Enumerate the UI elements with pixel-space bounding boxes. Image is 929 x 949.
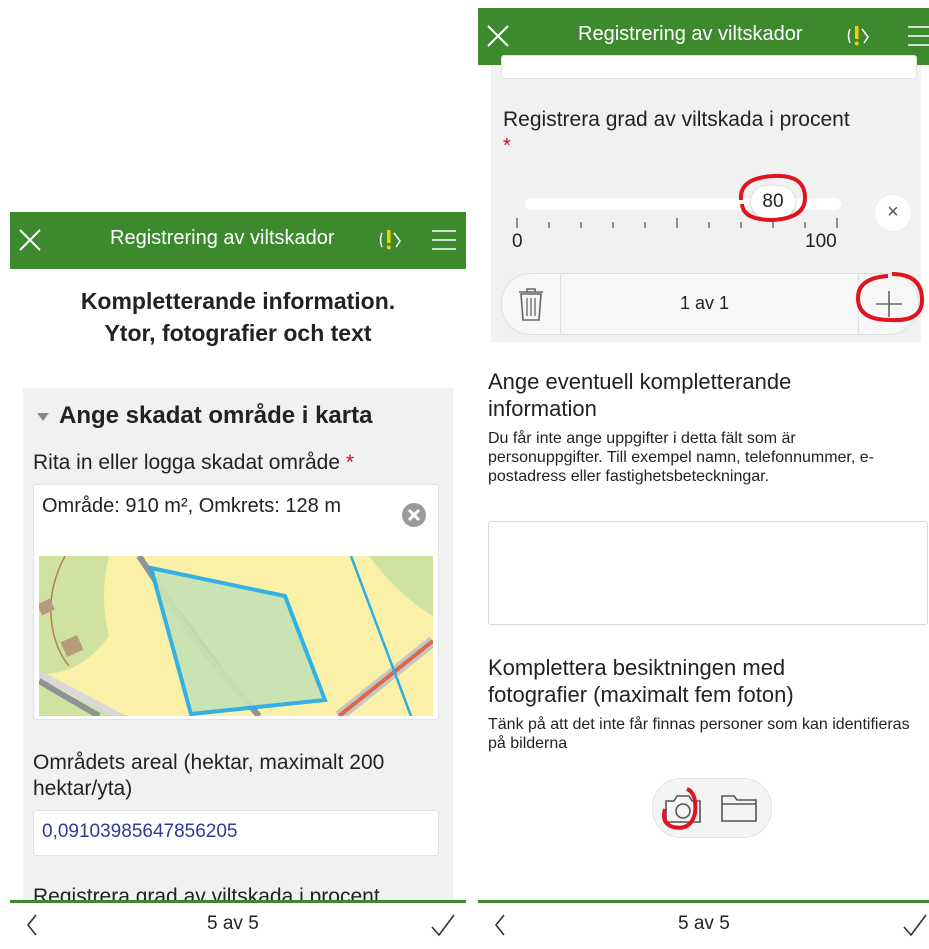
slider-max-label: 100 xyxy=(805,231,837,252)
annotation-circle xyxy=(738,173,808,223)
areal-label: Områdets areal (hektar, maximalt 200 hek… xyxy=(33,751,385,800)
previous-page-icon[interactable] xyxy=(24,913,40,937)
menu-icon[interactable] xyxy=(432,229,456,251)
group-area-section: Ange skadat område i karta Rita in eller… xyxy=(23,388,453,949)
info-label: Ange eventuell kompletterande informatio… xyxy=(488,369,792,421)
gps-warning-icon[interactable] xyxy=(376,225,406,255)
repeat-pager: 1 av 1 xyxy=(680,293,730,313)
geometry-summary: Område: 910 m², Omkrets: 128 m xyxy=(42,495,341,517)
geometry-field[interactable]: Område: 910 m², Omkrets: 128 m xyxy=(33,484,439,720)
annotation-circle xyxy=(662,787,698,830)
section-header[interactable]: Ange skadat område i karta xyxy=(33,402,372,430)
page-title: Kompletterande information. Ytor, fotogr… xyxy=(80,288,396,346)
photo-buttons xyxy=(652,778,772,838)
gps-warning-icon[interactable] xyxy=(844,21,874,51)
app-header: Registrering av viltskador xyxy=(10,212,466,269)
submit-check-icon[interactable] xyxy=(430,913,456,937)
page-indicator: 5 av 5 xyxy=(207,913,259,934)
geometry-field-label: Rita in eller logga skadat område * xyxy=(33,451,355,474)
form-footer: 5 av 5 xyxy=(478,900,929,949)
required-marker: * xyxy=(503,135,511,157)
app-title: Registrering av viltskador xyxy=(110,227,335,249)
areal-value-field[interactable]: 0,09103985647856205 xyxy=(33,810,439,856)
submit-check-icon[interactable] xyxy=(902,913,928,937)
clear-slider-button[interactable]: × xyxy=(875,195,911,231)
info-textarea[interactable] xyxy=(488,521,928,625)
map-preview[interactable] xyxy=(39,556,433,716)
repeat-nav-bar: 1 av 1 xyxy=(501,272,925,335)
page-indicator: 5 av 5 xyxy=(678,913,730,934)
damage-slider[interactable]: 80 xyxy=(513,173,843,228)
app-title: Registrering av viltskador xyxy=(578,23,803,45)
slider-min-label: 0 xyxy=(512,231,523,252)
damage-percent-label: Registrera grad av viltskada i procent xyxy=(503,108,850,131)
info-hint: Du får inte ange uppgifter i detta fält … xyxy=(488,430,874,485)
collapse-caret-icon xyxy=(37,412,49,421)
clear-geometry-icon[interactable] xyxy=(401,502,427,528)
photos-hint: Tänk på att det inte får finnas personer… xyxy=(488,716,910,752)
left-screen: Registrering av viltskador Kompletterand… xyxy=(10,212,466,949)
close-icon[interactable] xyxy=(484,22,512,50)
previous-page-icon[interactable] xyxy=(492,913,508,937)
trash-icon[interactable] xyxy=(516,286,546,322)
form-footer: 5 av 5 xyxy=(10,900,466,949)
folder-icon[interactable] xyxy=(719,791,759,825)
menu-icon[interactable] xyxy=(908,25,929,47)
annotation-circle xyxy=(855,272,925,323)
repeat-group: Registrera grad av viltskada i procent *… xyxy=(491,55,925,342)
close-icon[interactable] xyxy=(16,226,44,254)
photos-label: Komplettera besiktningen med fotografier… xyxy=(488,655,794,707)
truncated-field[interactable] xyxy=(501,55,917,79)
right-screen: Registrering av viltskador Registrera gr… xyxy=(478,8,929,949)
